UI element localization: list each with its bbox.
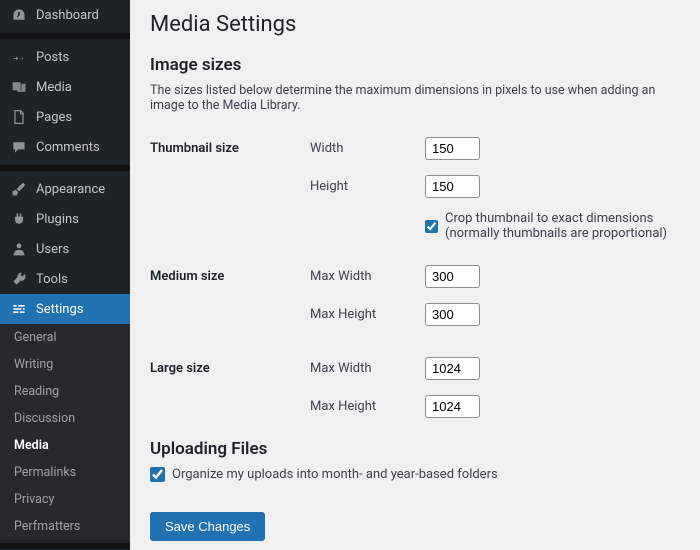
sidebar-item-label: Posts (36, 50, 69, 65)
sidebar-item-label: Tools (36, 272, 68, 287)
max-width-label: Max Width (310, 269, 425, 284)
sidebar-sub-perfmatters[interactable]: Perfmatters (0, 513, 130, 540)
sidebar-separator (0, 543, 130, 549)
sidebar-item-label: Comments (36, 140, 100, 155)
brush-icon (10, 181, 28, 197)
sidebar-sub-media[interactable]: Media (0, 432, 130, 459)
sidebar-item-label: Dashboard (36, 8, 99, 23)
thumbnail-width-input[interactable] (425, 137, 480, 160)
sidebar-item-posts[interactable]: Posts (0, 42, 130, 72)
sidebar-item-dashboard[interactable]: Dashboard (0, 0, 130, 30)
main-content: Media Settings Image sizes The sizes lis… (130, 0, 700, 550)
sidebar-item-label: Plugins (36, 212, 79, 227)
sidebar-item-tools[interactable]: Tools (0, 264, 130, 294)
medium-heading: Medium size (150, 269, 310, 284)
sidebar-item-label: Pages (36, 110, 72, 125)
large-height-row: Max Height (150, 387, 680, 425)
max-height-label: Max Height (310, 399, 425, 414)
height-label: Height (310, 179, 425, 194)
pin-icon (10, 49, 28, 65)
large-width-row: Large size Max Width (150, 349, 680, 387)
sidebar-sub-reading[interactable]: Reading (0, 378, 130, 405)
large-height-input[interactable] (425, 395, 480, 418)
sidebar-sub-permalinks[interactable]: Permalinks (0, 459, 130, 486)
comment-icon (10, 139, 28, 155)
large-width-input[interactable] (425, 357, 480, 380)
gauge-icon (10, 7, 28, 23)
crop-label[interactable]: Crop thumbnail to exact dimensions (norm… (445, 211, 680, 241)
sidebar-item-settings[interactable]: Settings (0, 294, 130, 324)
organize-checkbox[interactable] (150, 467, 165, 482)
organize-label[interactable]: Organize my uploads into month- and year… (172, 467, 498, 482)
sidebar-item-label: Settings (36, 302, 83, 317)
organize-checkbox-row: Organize my uploads into month- and year… (150, 467, 680, 482)
sidebar-separator (0, 33, 130, 39)
sidebar-item-pages[interactable]: Pages (0, 102, 130, 132)
medium-height-input[interactable] (425, 303, 480, 326)
sidebar-item-plugins[interactable]: Plugins (0, 204, 130, 234)
user-icon (10, 241, 28, 257)
sidebar-item-appearance[interactable]: Appearance (0, 174, 130, 204)
thumbnail-width-row: Thumbnail size Width (150, 129, 680, 167)
wrench-icon (10, 271, 28, 287)
sidebar-sub-general[interactable]: General (0, 324, 130, 351)
section-heading-uploading: Uploading Files (150, 439, 680, 459)
save-button[interactable]: Save Changes (150, 512, 265, 541)
media-icon (10, 79, 28, 95)
sidebar-separator (0, 165, 130, 171)
sidebar-item-media[interactable]: Media (0, 72, 130, 102)
thumbnail-height-row: Height (150, 167, 680, 205)
medium-height-row: Max Height (150, 295, 680, 333)
sidebar-sub-discussion[interactable]: Discussion (0, 405, 130, 432)
admin-sidebar: Dashboard Posts Media Pages Comments App… (0, 0, 130, 550)
max-width-label: Max Width (310, 361, 425, 376)
medium-width-input[interactable] (425, 265, 480, 288)
thumbnail-height-input[interactable] (425, 175, 480, 198)
sidebar-sub-writing[interactable]: Writing (0, 351, 130, 378)
thumbnail-heading: Thumbnail size (150, 141, 310, 156)
sliders-icon (10, 301, 28, 317)
plug-icon (10, 211, 28, 227)
crop-checkbox[interactable] (425, 219, 438, 234)
large-heading: Large size (150, 361, 310, 376)
sidebar-item-users[interactable]: Users (0, 234, 130, 264)
description-text: The sizes listed below determine the max… (150, 83, 680, 113)
width-label: Width (310, 141, 425, 156)
page-title: Media Settings (150, 12, 680, 37)
medium-width-row: Medium size Max Width (150, 257, 680, 295)
sidebar-sub-privacy[interactable]: Privacy (0, 486, 130, 513)
section-heading-image-sizes: Image sizes (150, 55, 680, 75)
page-icon (10, 109, 28, 125)
crop-checkbox-row: Crop thumbnail to exact dimensions (norm… (425, 211, 680, 241)
sidebar-item-label: Users (36, 242, 69, 257)
sidebar-item-comments[interactable]: Comments (0, 132, 130, 162)
sidebar-item-label: Media (36, 80, 72, 95)
sidebar-item-label: Appearance (36, 182, 105, 197)
max-height-label: Max Height (310, 307, 425, 322)
